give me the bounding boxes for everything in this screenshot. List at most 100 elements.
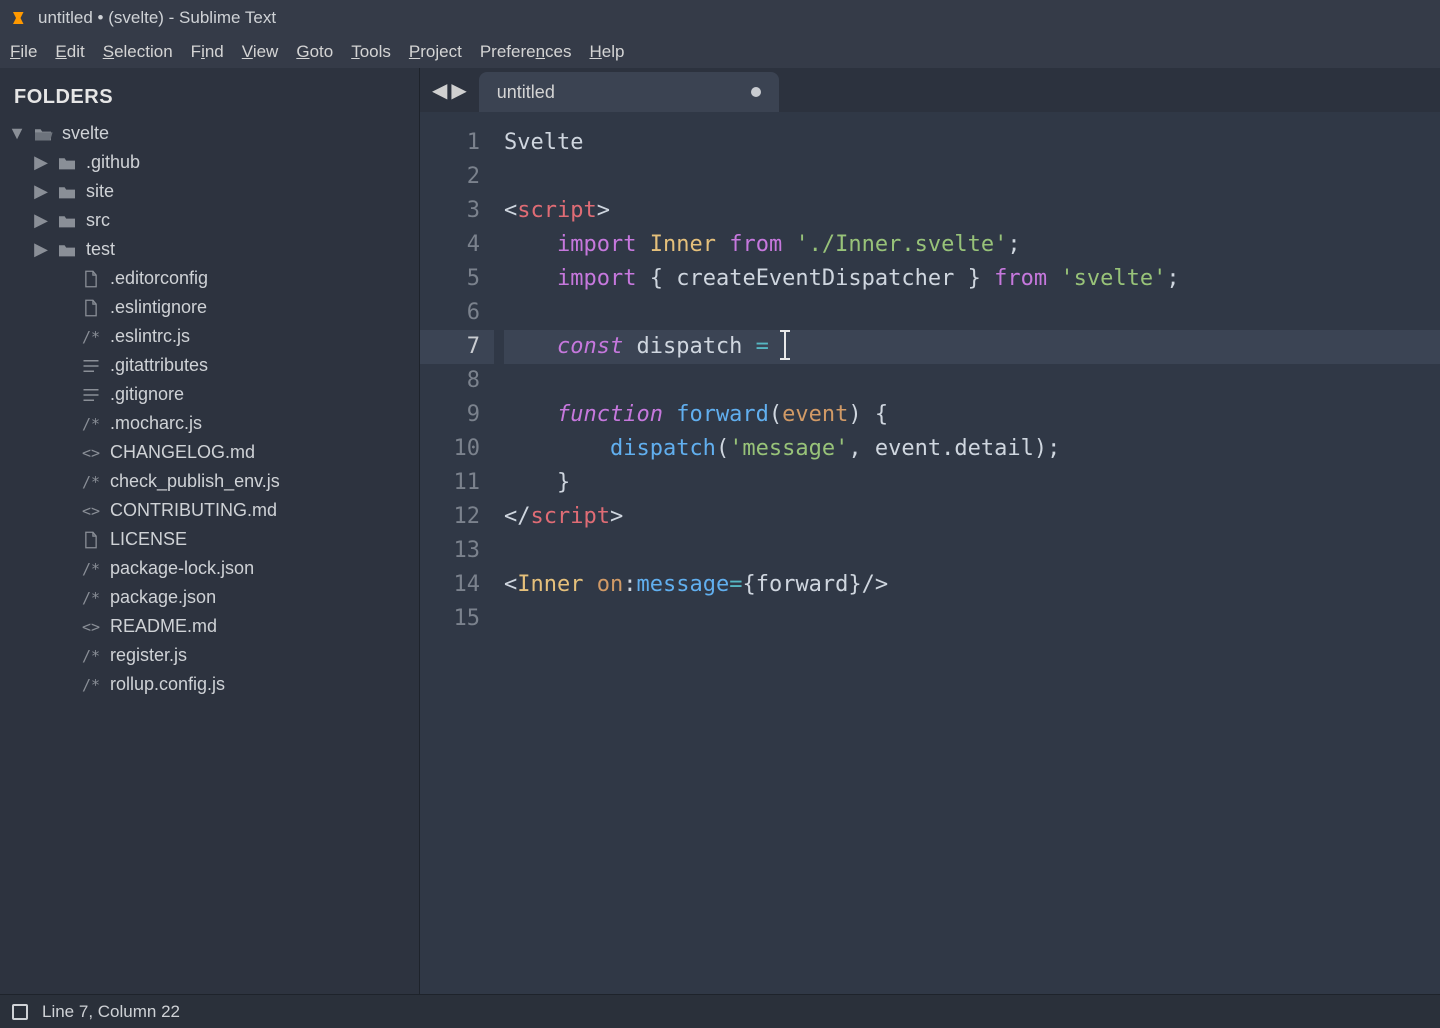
js-icon: /* — [80, 647, 102, 665]
file-icon — [80, 270, 102, 288]
line-number[interactable]: 4 — [420, 228, 480, 262]
tree-item[interactable]: ▶.github — [8, 148, 411, 177]
tree-item-label: .eslintignore — [110, 297, 207, 318]
tab-prev-icon[interactable]: ◀ — [432, 78, 447, 103]
folder-icon — [56, 184, 78, 200]
js-icon: /* — [80, 676, 102, 694]
titlebar: untitled • (svelte) - Sublime Text — [0, 0, 1440, 36]
tree-item[interactable]: /* rollup.config.js — [8, 670, 411, 699]
code-icon: <> — [80, 502, 102, 520]
tree-item-label: site — [86, 181, 114, 202]
chevron-right-icon[interactable]: ▶ — [34, 152, 48, 173]
tree-item[interactable]: /*check_publish_env.js — [8, 467, 411, 496]
folder-icon — [56, 213, 78, 229]
tree-item[interactable]: <>CONTRIBUTING.md — [8, 496, 411, 525]
status-position[interactable]: Line 7, Column 22 — [42, 1002, 180, 1022]
line-number[interactable]: 3 — [420, 194, 480, 228]
menu-file[interactable]: File — [10, 42, 37, 62]
menu-find[interactable]: Find — [191, 42, 224, 62]
tree-item-label: rollup.config.js — [110, 674, 225, 695]
tree-item-label: package-lock.json — [110, 558, 254, 579]
code-line[interactable]: <Inner on:message={forward}/> — [504, 568, 1440, 602]
code-line[interactable] — [504, 602, 1440, 636]
chevron-down-icon[interactable]: ▼ — [10, 123, 24, 144]
line-number[interactable]: 12 — [420, 500, 480, 534]
tree-item[interactable]: .gitattributes — [8, 351, 411, 380]
js-icon: /* — [80, 473, 102, 491]
sidebar-heading: FOLDERS — [14, 86, 411, 109]
line-number[interactable]: 6 — [420, 296, 480, 330]
tree-item-label: README.md — [110, 616, 217, 637]
menu-view[interactable]: View — [242, 42, 279, 62]
line-number[interactable]: 13 — [420, 534, 480, 568]
menu-selection[interactable]: Selection — [103, 42, 173, 62]
line-number[interactable]: 5 — [420, 262, 480, 296]
menu-help[interactable]: Help — [590, 42, 625, 62]
tree-item[interactable]: /* .eslintrc.js — [8, 322, 411, 351]
code-line[interactable]: Svelte — [504, 126, 1440, 160]
tree-item[interactable]: ▶ site — [8, 177, 411, 206]
tree-item-label: svelte — [62, 123, 109, 144]
gutter[interactable]: 123456789101112131415 — [420, 112, 494, 994]
tree-item[interactable]: /* register.js — [8, 641, 411, 670]
line-number[interactable]: 1 — [420, 126, 480, 160]
line-number[interactable]: 8 — [420, 364, 480, 398]
code-line[interactable] — [504, 364, 1440, 398]
tree-item[interactable]: .editorconfig — [8, 264, 411, 293]
line-number[interactable]: 9 — [420, 398, 480, 432]
code-line[interactable] — [504, 296, 1440, 330]
sidebar[interactable]: FOLDERS ▼svelte▶.github▶site▶src▶test.ed… — [0, 68, 420, 994]
chevron-right-icon[interactable]: ▶ — [34, 239, 48, 260]
chevron-right-icon[interactable]: ▶ — [34, 181, 48, 202]
tree-item-label: .eslintrc.js — [110, 326, 190, 347]
tree-item[interactable]: <>CHANGELOG.md — [8, 438, 411, 467]
tree-item[interactable]: <>README.md — [8, 612, 411, 641]
line-number[interactable]: 11 — [420, 466, 480, 500]
menu-edit[interactable]: Edit — [55, 42, 84, 62]
tree-item[interactable]: ▼ svelte — [8, 119, 411, 148]
line-number[interactable]: 2 — [420, 160, 480, 194]
statusbar: Line 7, Column 22 — [0, 994, 1440, 1028]
tree-item-label: src — [86, 210, 110, 231]
line-number[interactable]: 10 — [420, 432, 480, 466]
tab-untitled[interactable]: untitled — [479, 72, 779, 112]
code-line[interactable]: } — [504, 466, 1440, 500]
code-line[interactable]: <script> — [504, 194, 1440, 228]
code-area[interactable]: 123456789101112131415 Svelte <script> im… — [420, 112, 1440, 994]
list-icon — [80, 388, 102, 402]
code-line[interactable]: import { createEventDispatcher } from 's… — [504, 262, 1440, 296]
tab-dirty-icon — [751, 87, 761, 97]
code-line[interactable]: const dispatch = — [504, 330, 1440, 364]
menu-goto[interactable]: Goto — [296, 42, 333, 62]
panel-toggle-icon[interactable] — [12, 1004, 28, 1020]
code-line[interactable]: import Inner from './Inner.svelte'; — [504, 228, 1440, 262]
line-number[interactable]: 14 — [420, 568, 480, 602]
tree-item[interactable]: .gitignore — [8, 380, 411, 409]
tree-item[interactable]: /*package.json — [8, 583, 411, 612]
code-icon: <> — [80, 444, 102, 462]
menu-tools[interactable]: Tools — [351, 42, 391, 62]
tree-item-label: register.js — [110, 645, 187, 666]
tree-item-label: .gitignore — [110, 384, 184, 405]
editor-area: ◀ ▶ untitled 123456789101112131415 Svelt… — [420, 68, 1440, 994]
menu-project[interactable]: Project — [409, 42, 462, 62]
code-line[interactable]: function forward(event) { — [504, 398, 1440, 432]
code-content[interactable]: Svelte <script> import Inner from './Inn… — [494, 112, 1440, 994]
tree-item[interactable]: .eslintignore — [8, 293, 411, 322]
code-line[interactable]: dispatch('message', event.detail); — [504, 432, 1440, 466]
tree-item[interactable]: /*package-lock.json — [8, 554, 411, 583]
line-number[interactable]: 7 — [420, 330, 494, 364]
tree-item[interactable]: LICENSE — [8, 525, 411, 554]
tree-item[interactable]: ▶test — [8, 235, 411, 264]
menu-preferences[interactable]: Preferences — [480, 42, 572, 62]
tree-item[interactable]: /*.mocharc.js — [8, 409, 411, 438]
code-line[interactable] — [504, 534, 1440, 568]
tab-next-icon[interactable]: ▶ — [451, 78, 466, 103]
code-line[interactable]: </script> — [504, 500, 1440, 534]
tree-item-label: .mocharc.js — [110, 413, 202, 434]
js-icon: /* — [80, 328, 102, 346]
chevron-right-icon[interactable]: ▶ — [34, 210, 48, 231]
tree-item[interactable]: ▶ src — [8, 206, 411, 235]
line-number[interactable]: 15 — [420, 602, 480, 636]
code-line[interactable] — [504, 160, 1440, 194]
